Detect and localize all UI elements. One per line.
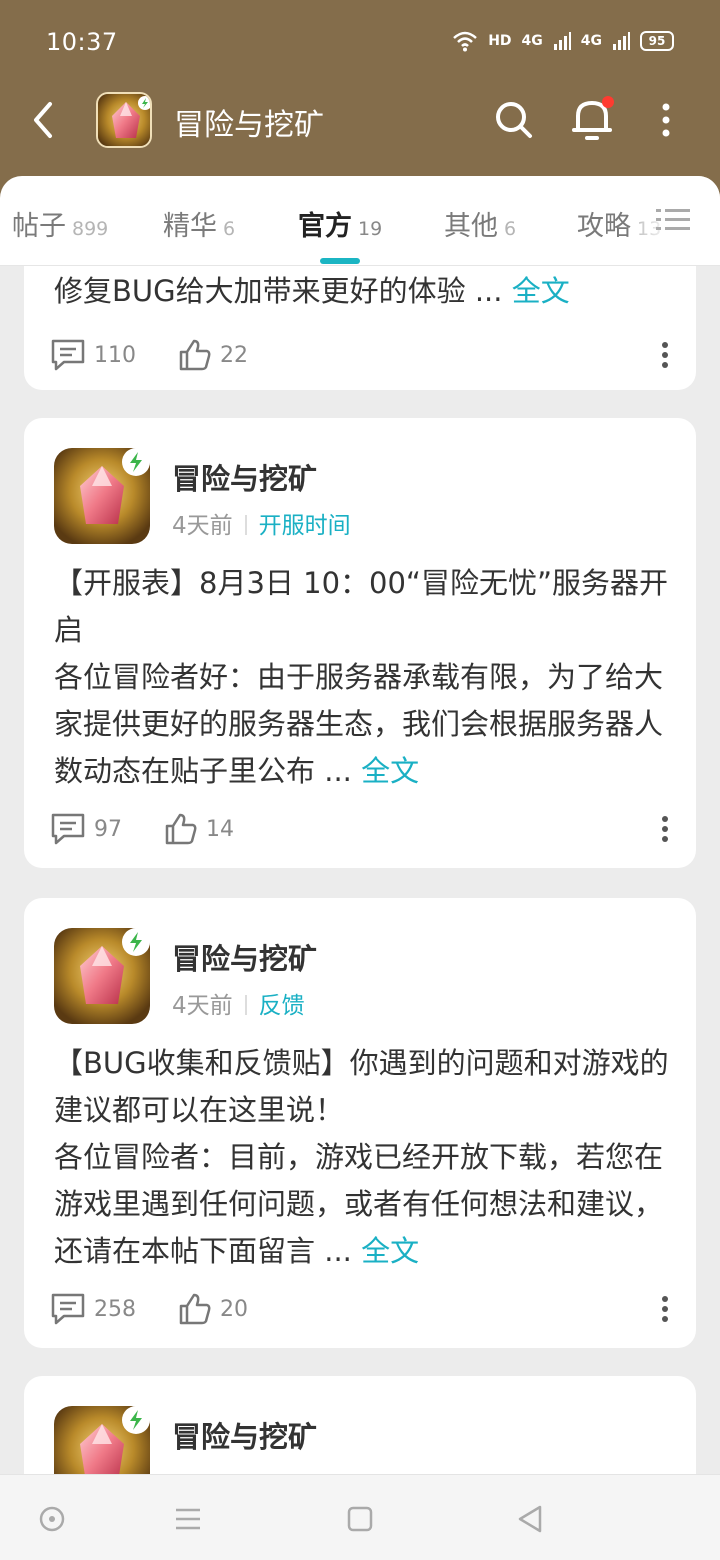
comment-count-value: 258 [94, 1296, 136, 1322]
tab-list-icon[interactable] [656, 206, 690, 234]
excerpt-text: 修复BUG给大加带来更好的体验 [54, 274, 466, 308]
back-triangle-icon[interactable] [512, 1501, 548, 1537]
post-card[interactable]: 修复BUG给大加带来更好的体验 ... 全文 110 22 [24, 266, 696, 390]
back-arrow-icon[interactable] [28, 98, 60, 142]
more-vertical-icon[interactable] [652, 98, 680, 142]
like-count[interactable]: 22 [178, 338, 248, 372]
post-meta: 4天前 开服时间 [172, 506, 351, 540]
status-bar: 10:37 HD 4G 4G 95 [0, 0, 720, 86]
like-count-value: 22 [220, 342, 248, 368]
tab-label: 官方 [298, 211, 352, 242]
excerpt-text: 各位冒险者好：由于服务器承载有限，为了给大家提供更好的服务器生态，我们会根据服务… [54, 660, 664, 788]
tab-label: 精华 [163, 211, 217, 242]
post-time: 4天前 [172, 993, 233, 1019]
post-meta: 4天前 反馈 [172, 986, 305, 1020]
meta-divider [244, 515, 247, 535]
tab-official[interactable]: 官方 19 [298, 204, 382, 243]
app-header: 10:37 HD 4G 4G 95 冒险与挖矿 [0, 0, 720, 200]
notification-button[interactable] [568, 94, 616, 144]
excerpt-text: 各位冒险者：目前，游戏已经开放下载，若您在游戏里遇到任何问题，或者有任何想法和建… [54, 1140, 664, 1268]
ellipsis: ... [324, 1234, 352, 1268]
tab-posts[interactable]: 帖子 899 [12, 204, 108, 243]
tab-label: 帖子 [12, 211, 66, 242]
verified-bolt-icon [122, 448, 150, 476]
comment-icon [51, 813, 85, 845]
tab-count: 6 [223, 218, 236, 240]
read-more-link[interactable]: 全文 [361, 754, 419, 788]
comment-icon [51, 339, 85, 371]
circle-home-icon[interactable] [34, 1501, 70, 1537]
tab-label: 攻略 [577, 211, 631, 242]
author-name[interactable]: 冒险与挖矿 [172, 456, 317, 498]
tab-count: 19 [358, 218, 383, 240]
status-time: 10:37 [46, 28, 118, 56]
tab-other[interactable]: 其他 6 [444, 204, 516, 243]
comment-count[interactable]: 97 [50, 812, 122, 846]
post-excerpt: 各位冒险者好：由于服务器承载有限，为了给大家提供更好的服务器生态，我们会根据服务… [54, 654, 674, 795]
nav-bar: 冒险与挖矿 [0, 88, 720, 152]
network-type: HD [488, 33, 512, 49]
like-count-value: 20 [220, 1296, 248, 1322]
post-tag[interactable]: 反馈 [259, 993, 305, 1019]
like-count-value: 14 [206, 816, 234, 842]
like-count[interactable]: 20 [178, 1292, 248, 1326]
read-more-link[interactable]: 全文 [512, 274, 570, 308]
tab-count: 6 [504, 218, 517, 240]
signal-label-1: 4G [521, 33, 543, 49]
system-nav-bar [0, 1474, 720, 1560]
post-content: 【开服表】8月3日 10：00“冒险无忧”服务器开启 各位冒险者好：由于服务器承… [54, 560, 674, 795]
home-square-icon[interactable] [342, 1501, 378, 1537]
page-title: 冒险与挖矿 [174, 108, 324, 143]
tab-count: 899 [72, 218, 109, 240]
tab-label: 其他 [444, 211, 498, 242]
signal-label-2: 4G [580, 33, 602, 49]
post-more-icon[interactable] [660, 340, 670, 370]
verified-bolt-icon [122, 1406, 150, 1434]
post-excerpt: 各位冒险者：目前，游戏已经开放下载，若您在游戏里遇到任何问题，或者有任何想法和建… [54, 1134, 674, 1275]
thumbs-up-icon [179, 1293, 211, 1325]
comment-count[interactable]: 110 [50, 338, 136, 372]
read-more-link[interactable]: 全文 [361, 1234, 419, 1268]
notification-dot [602, 96, 614, 108]
post-feed: 修复BUG给大加带来更好的体验 ... 全文 110 22 冒险与挖矿 4天前 … [0, 266, 720, 1474]
status-icons: HD 4G 4G 95 [452, 30, 674, 52]
ellipsis: ... [324, 754, 352, 788]
post-title: 【开服表】8月3日 10：00“冒险无忧”服务器开启 [54, 566, 668, 647]
post-card[interactable]: 冒险与挖矿 [24, 1376, 696, 1474]
author-name[interactable]: 冒险与挖矿 [172, 936, 317, 978]
post-more-icon[interactable] [660, 1294, 670, 1324]
like-count[interactable]: 14 [164, 812, 234, 846]
post-time: 4天前 [172, 513, 233, 539]
comment-count[interactable]: 258 [50, 1292, 136, 1326]
active-tab-indicator [320, 258, 360, 264]
post-excerpt: 修复BUG给大加带来更好的体验 ... 全文 [54, 268, 674, 315]
signal-icon [553, 32, 571, 50]
post-card[interactable]: 冒险与挖矿 4天前 开服时间 【开服表】8月3日 10：00“冒险无忧”服务器开启… [24, 418, 696, 868]
post-tag[interactable]: 开服时间 [259, 513, 351, 539]
meta-divider [244, 995, 247, 1015]
thumbs-up-icon [179, 339, 211, 371]
post-more-icon[interactable] [660, 814, 670, 844]
signal-icon [613, 32, 630, 50]
comment-icon [51, 1293, 85, 1325]
post-content: 【BUG收集和反馈贴】你遇到的问题和对游戏的建议都可以在这里说！ 各位冒险者：目… [54, 1040, 674, 1275]
category-tabs: 帖子899 精华6 官方19 其他6 攻略13 [0, 176, 720, 266]
search-icon[interactable] [494, 98, 534, 142]
comment-count-value: 97 [94, 816, 122, 842]
thumbs-up-icon [165, 813, 197, 845]
app-logo [96, 92, 152, 148]
verified-bolt-icon [122, 928, 150, 956]
post-title: 【BUG收集和反馈贴】你遇到的问题和对游戏的建议都可以在这里说！ [54, 1046, 669, 1127]
menu-icon[interactable] [170, 1501, 206, 1537]
ellipsis: ... [474, 274, 503, 308]
tab-featured[interactable]: 精华 6 [163, 204, 235, 243]
comment-count-value: 110 [94, 342, 136, 368]
post-card[interactable]: 冒险与挖矿 4天前 反馈 【BUG收集和反馈贴】你遇到的问题和对游戏的建议都可以在… [24, 898, 696, 1348]
wifi-icon [453, 31, 478, 52]
battery-icon: 95 [640, 31, 674, 51]
author-name[interactable]: 冒险与挖矿 [172, 1414, 317, 1456]
